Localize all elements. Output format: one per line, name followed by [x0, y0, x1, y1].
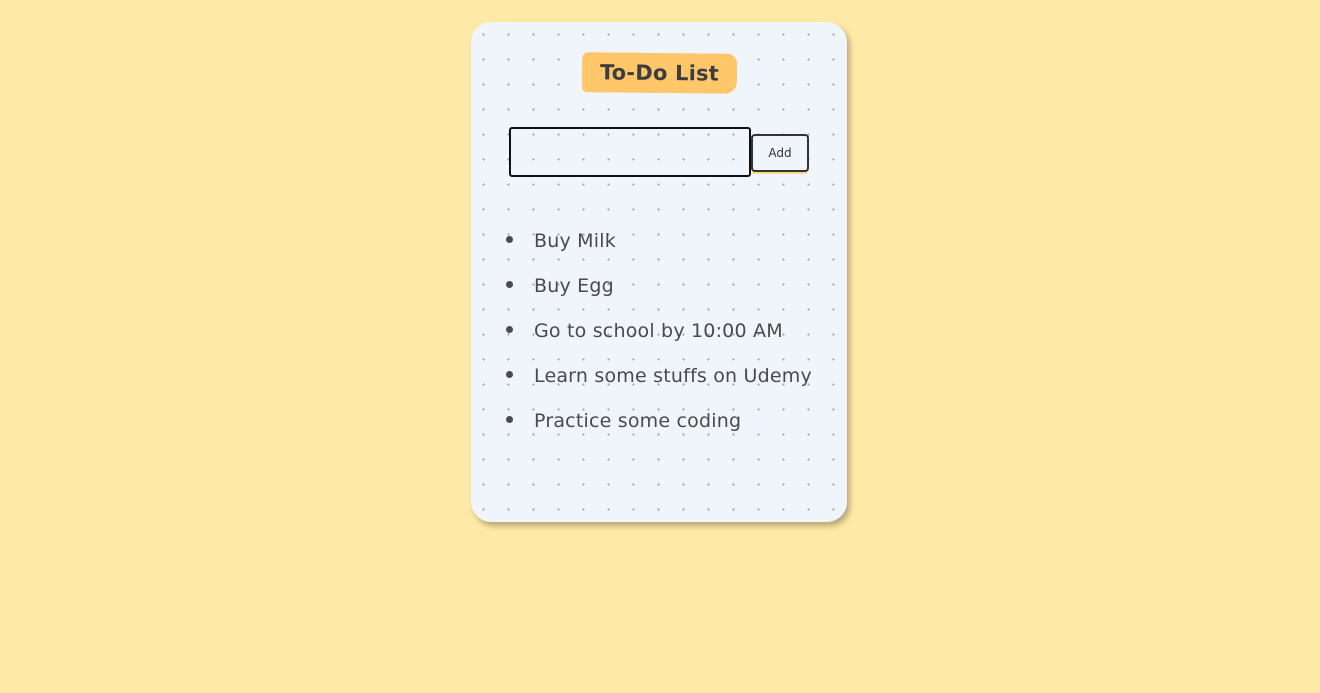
bullet-icon: [506, 371, 513, 378]
add-button[interactable]: Add: [751, 134, 809, 172]
todo-input[interactable]: [509, 127, 751, 177]
list-item-label: Practice some coding: [534, 410, 742, 432]
todo-list: Buy Milk Buy Egg Go to school by 10:00 A…: [471, 222, 812, 447]
bullet-icon: [506, 236, 513, 243]
list-item[interactable]: Buy Milk: [471, 222, 812, 267]
bullet-icon: [506, 281, 513, 288]
page-title: To-Do List: [599, 60, 720, 86]
todo-card: To-Do List Add Buy Milk Buy Egg Go to sc…: [471, 22, 847, 522]
heading-badge: To-Do List: [581, 52, 738, 94]
list-item-label: Buy Milk: [534, 230, 616, 252]
list-item-label: Buy Egg: [534, 275, 614, 297]
list-item[interactable]: Practice some coding: [471, 402, 812, 447]
list-item[interactable]: Go to school by 10:00 AM: [471, 312, 812, 357]
bullet-icon: [506, 326, 513, 333]
list-item[interactable]: Buy Egg: [471, 267, 812, 312]
list-item-label: Go to school by 10:00 AM: [534, 320, 783, 342]
list-item-label: Learn some stuffs on Udemy: [534, 365, 812, 387]
list-item[interactable]: Learn some stuffs on Udemy: [471, 357, 812, 402]
bullet-icon: [506, 416, 513, 423]
